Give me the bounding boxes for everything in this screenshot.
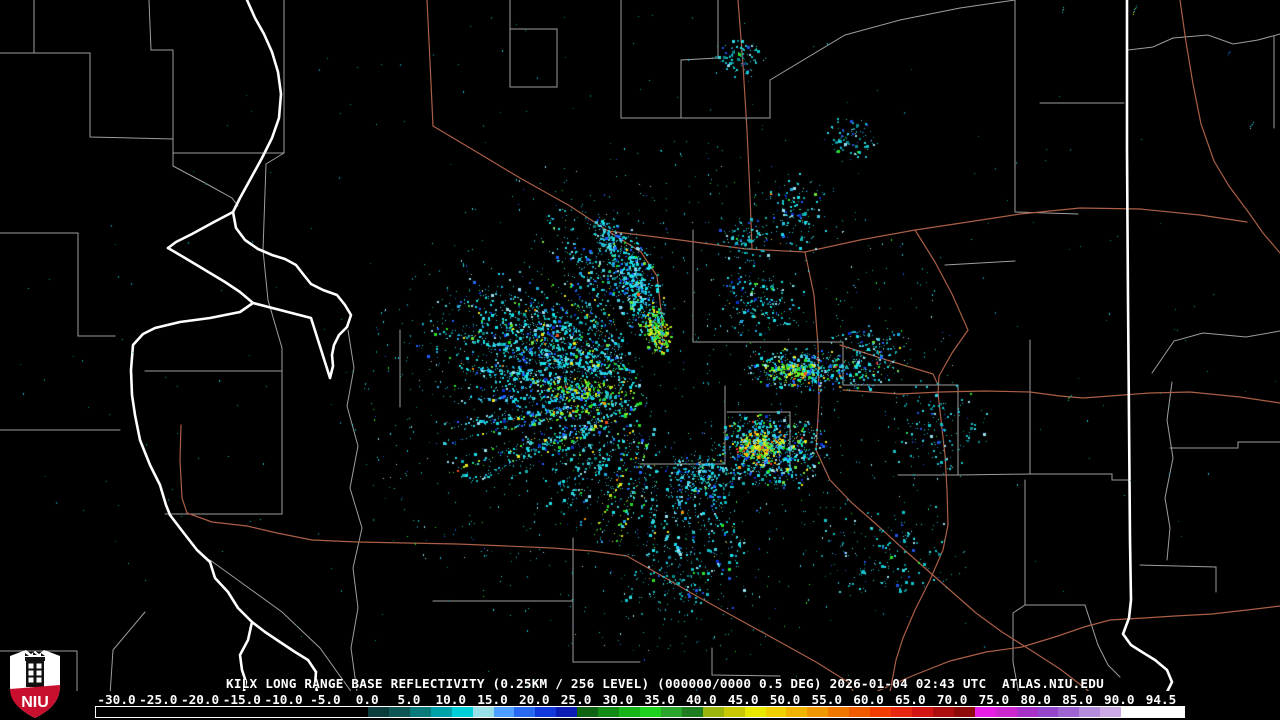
colorbar-segment	[912, 707, 934, 717]
colorbar-segment	[409, 707, 432, 717]
scale-tick-label: 80.0	[1020, 692, 1051, 707]
scale-tick-label: -20.0	[180, 692, 220, 707]
scale-tick-label: 60.0	[853, 692, 884, 707]
niu-logo: NIU	[10, 650, 60, 718]
colorbar-segment	[1079, 707, 1101, 717]
colorbar-segment	[953, 707, 976, 717]
scale-tick-label: -30.0	[97, 692, 136, 707]
radar-caption: KILX LONG RANGE BASE REFLECTIVITY (0.25K…	[226, 676, 1104, 691]
colorbar-segment	[1058, 707, 1080, 717]
colorbar-segment	[619, 707, 641, 717]
colorbar-segment	[870, 707, 892, 717]
colorbar-segment	[1100, 707, 1122, 717]
colorbar-segment	[723, 707, 746, 717]
colorbar-segment	[430, 707, 453, 717]
colorbar-segment	[1037, 707, 1059, 717]
colorbar-segment	[514, 707, 536, 717]
scale-tick-label: 45.0	[727, 692, 759, 707]
colorbar-segment	[388, 707, 411, 717]
scale-tick-label: 50.0	[769, 692, 801, 707]
colorbar-segment	[681, 707, 704, 717]
colorbar-segment	[660, 707, 683, 717]
scale-tick-label: 20.0	[519, 692, 550, 707]
scale-tick-label: -15.0	[222, 692, 261, 707]
scale-tick-label: 94.5	[1145, 692, 1177, 707]
colorbar-segment	[472, 707, 495, 717]
colorbar-segment	[556, 707, 578, 717]
colorbar-segment	[891, 707, 913, 717]
colorbar-segment	[535, 707, 557, 717]
reflectivity-colorbar	[95, 706, 1185, 718]
colorbar-segment	[598, 707, 620, 717]
colorbar-segment	[849, 707, 871, 717]
scale-tick-label: 0.0	[355, 692, 379, 707]
colorbar-segment	[451, 707, 474, 717]
colorbar-segment	[1016, 707, 1039, 717]
colorbar-segment	[807, 707, 829, 717]
niu-logo-text: NIU	[21, 694, 49, 711]
scale-tick-label: 30.0	[602, 692, 634, 707]
castle-icon	[25, 652, 45, 687]
scale-tick-label: 5.0	[397, 692, 421, 707]
radar-echoes-canvas	[0, 0, 1280, 720]
colorbar-segment	[744, 707, 767, 717]
colorbar-segment	[368, 707, 390, 717]
colorbar-segment	[765, 707, 787, 717]
scale-tick-label: 25.0	[560, 692, 592, 707]
scale-tick-label: -5.0	[310, 692, 341, 707]
scale-tick-label: 90.0	[1103, 692, 1135, 707]
scale-tick-label: -10.0	[264, 692, 303, 707]
scale-tick-label: 55.0	[811, 692, 843, 707]
scale-tick-label: 10.0	[435, 692, 467, 707]
colorbar-segment	[702, 707, 725, 717]
scale-tick-label: 40.0	[686, 692, 717, 707]
scale-tick-label: 85.0	[1062, 692, 1093, 707]
scale-tick-label: 65.0	[895, 692, 926, 707]
scale-tick-label: 15.0	[477, 692, 508, 707]
colorbar-segment	[932, 707, 955, 717]
reflectivity-scale-labels: -30.0 -25.0 -20.0 -15.0 -10.0 -5.0 0.0 5.0 10.0 1…	[0, 692, 1280, 707]
colorbar-segment	[577, 707, 599, 717]
radar-viewer: KILX LONG RANGE BASE REFLECTIVITY (0.25K…	[0, 0, 1280, 720]
colorbar-segment	[493, 707, 515, 717]
scale-tick-label: 70.0	[936, 692, 968, 707]
colorbar-segment	[828, 707, 850, 717]
colorbar-segment	[640, 707, 662, 717]
scale-tick-label: 35.0	[644, 692, 675, 707]
scale-tick-label: 75.0	[978, 692, 1010, 707]
colorbar-segment	[786, 707, 808, 717]
scale-tick-label: -25.0	[139, 692, 178, 707]
colorbar-segment	[995, 707, 1018, 717]
colorbar-segment	[1121, 707, 1185, 717]
colorbar-segment	[974, 707, 997, 717]
